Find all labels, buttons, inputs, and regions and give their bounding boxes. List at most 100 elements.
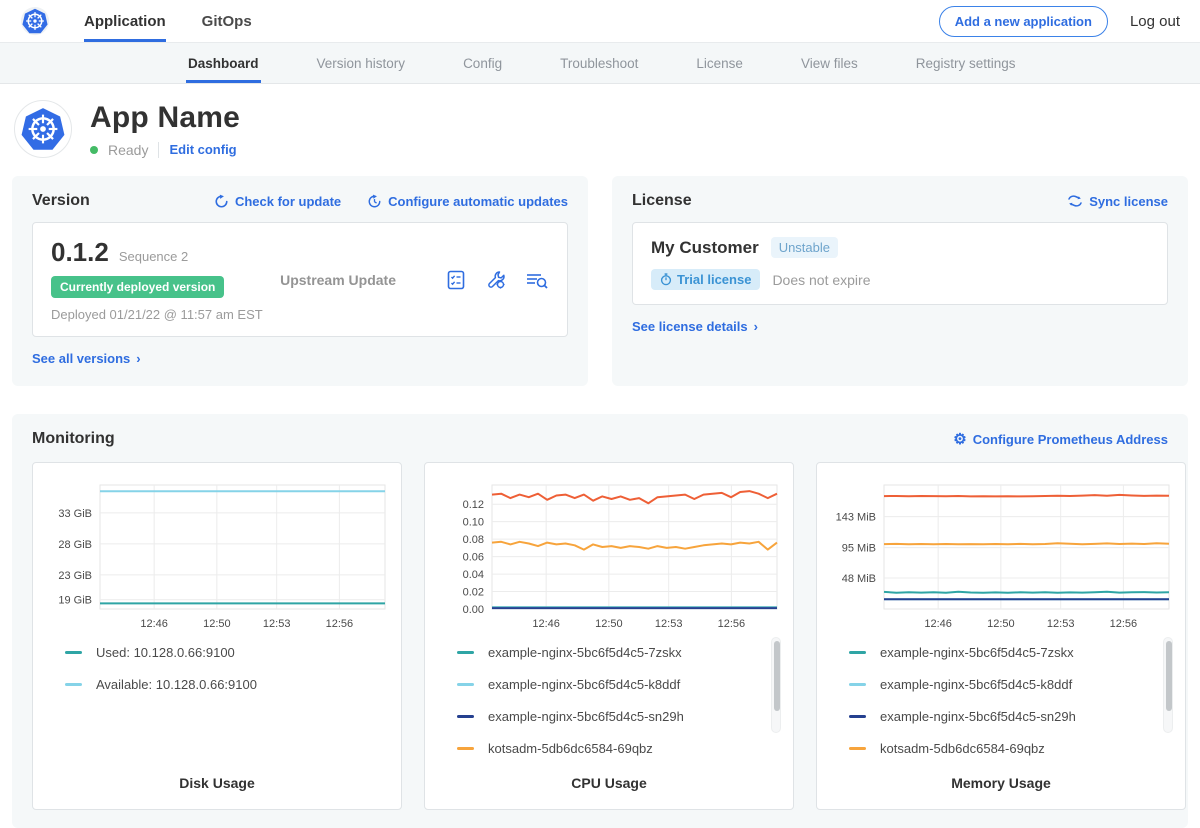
deploy-logs-icon[interactable] [525,269,549,291]
see-license-details-link[interactable]: See license details › [632,319,758,334]
tab-version-history[interactable]: Version history [315,43,408,83]
tab-troubleshoot[interactable]: Troubleshoot [558,43,640,83]
chart-title: Memory Usage [827,775,1175,795]
monitoring-card: Monitoring ⚙ Configure Prometheus Addres… [12,414,1188,828]
cpu-usage-chart: 0.000.020.040.060.080.100.1212:4612:5012… [435,475,783,635]
legend-scrollbar-thumb[interactable] [1166,641,1172,711]
sync-arrows-icon [1067,194,1083,208]
monitoring-title: Monitoring [32,430,115,448]
license-card: License Sync license My Custo [612,176,1188,386]
svg-text:0.06: 0.06 [463,552,484,564]
license-expiry-text: Does not expire [772,272,870,288]
top-nav: Application GitOps Add a new application… [0,0,1200,42]
tab-view-files[interactable]: View files [799,43,860,83]
configure-automatic-updates-link[interactable]: Configure automatic updates [367,194,568,209]
series-color-swatch [457,715,474,718]
edit-config-link[interactable]: Edit config [169,142,236,157]
app-kubernetes-icon [14,100,72,158]
svg-text:23 GiB: 23 GiB [58,570,92,582]
svg-text:19 GiB: 19 GiB [58,595,92,607]
configure-prometheus-link[interactable]: ⚙ Configure Prometheus Address [953,432,1168,447]
chevron-right-icon: › [754,319,758,334]
page-title: App Name [90,101,240,135]
svg-text:12:56: 12:56 [1110,618,1138,630]
legend-item: Used: 10.128.0.66:9100 [65,645,377,660]
legend-item: example-nginx-5bc6f5d4c5-7zskx [849,645,1161,660]
svg-text:0.04: 0.04 [463,569,484,581]
legend-item: example-nginx-5bc6f5d4c5-sn29h [849,709,1161,724]
svg-text:33 GiB: 33 GiB [58,508,92,520]
version-source-label: Upstream Update [280,272,445,288]
nav-item-application[interactable]: Application [84,0,166,42]
series-color-swatch [849,715,866,718]
series-color-swatch [457,683,474,686]
tab-license[interactable]: License [694,43,745,83]
config-wrench-gear-icon[interactable] [485,269,507,291]
kubernetes-logo [20,0,50,42]
legend-item: Available: 10.128.0.66:9100 [65,677,377,692]
svg-text:12:56: 12:56 [718,618,746,630]
svg-text:12:46: 12:46 [924,618,952,630]
memory-usage-chart-card: 48 MiB95 MiB143 MiB12:4612:5012:5312:56 … [816,462,1186,810]
preflight-checklist-icon[interactable] [445,269,467,291]
memory-usage-chart: 48 MiB95 MiB143 MiB12:4612:5012:5312:56 [827,475,1175,635]
chart-title: CPU Usage [435,775,783,795]
legend-item: example-nginx-5bc6f5d4c5-sn29h [457,709,769,724]
tab-dashboard[interactable]: Dashboard [186,43,261,83]
series-color-swatch [65,683,82,686]
nav-item-gitops[interactable]: GitOps [202,0,252,42]
version-card-title: Version [32,192,90,210]
legend-item: example-nginx-5bc6f5d4c5-k8ddf [457,677,769,692]
svg-text:12:53: 12:53 [263,618,291,630]
currently-deployed-badge: Currently deployed version [51,276,224,298]
app-status-text: Ready [108,142,148,158]
disk-usage-legend: Used: 10.128.0.66:9100 Available: 10.128… [43,635,391,775]
series-color-swatch [457,651,474,654]
svg-text:12:46: 12:46 [532,618,560,630]
ready-status-dot [90,146,98,154]
app-header: App Name Ready Edit config [0,84,1200,176]
check-for-update-link[interactable]: Check for update [214,194,341,209]
legend-item: example-nginx-5bc6f5d4c5-7zskx [457,645,769,660]
series-color-swatch [849,747,866,750]
tab-registry-settings[interactable]: Registry settings [914,43,1018,83]
sync-license-link[interactable]: Sync license [1067,194,1168,209]
svg-text:12:53: 12:53 [1047,618,1075,630]
deployed-timestamp: Deployed 01/21/22 @ 11:57 am EST [51,307,280,322]
svg-text:12:50: 12:50 [595,618,623,630]
tab-config[interactable]: Config [461,43,504,83]
svg-text:0.00: 0.00 [463,604,484,616]
svg-text:0.02: 0.02 [463,587,484,599]
stopwatch-icon [660,273,672,286]
series-color-swatch [849,683,866,686]
series-color-swatch [849,651,866,654]
customer-name: My Customer [651,238,759,258]
see-all-versions-link[interactable]: See all versions › [32,351,141,366]
divider [158,142,159,158]
memory-usage-legend: example-nginx-5bc6f5d4c5-7zskx example-n… [827,635,1175,775]
trial-license-badge: Trial license [651,269,760,290]
version-sequence: Sequence 2 [119,249,188,264]
svg-text:12:46: 12:46 [140,618,168,630]
disk-usage-chart: 19 GiB23 GiB28 GiB33 GiB12:4612:5012:531… [43,475,391,635]
series-color-swatch [457,747,474,750]
chevron-right-icon: › [136,351,140,366]
legend-item: kotsadm-5db6dc6584-69qbz [457,741,769,756]
cpu-usage-legend: example-nginx-5bc6f5d4c5-7zskx example-n… [435,635,783,775]
series-color-swatch [65,651,82,654]
svg-text:0.10: 0.10 [463,517,484,529]
clock-refresh-icon [367,194,382,209]
log-out-link[interactable]: Log out [1130,13,1180,30]
svg-text:143 MiB: 143 MiB [836,512,876,524]
svg-text:0.12: 0.12 [463,499,484,511]
gear-icon: ⚙ [953,432,966,447]
svg-text:12:53: 12:53 [655,618,683,630]
app-tab-bar: Dashboard Version history Config Trouble… [0,42,1200,84]
version-card: Version Check for update [12,176,588,386]
add-new-application-button[interactable]: Add a new application [939,6,1108,37]
legend-scrollbar-thumb[interactable] [774,641,780,711]
svg-text:12:50: 12:50 [987,618,1015,630]
chart-title: Disk Usage [43,775,391,795]
svg-text:95 MiB: 95 MiB [842,543,876,555]
legend-scrollbar [1163,637,1173,733]
